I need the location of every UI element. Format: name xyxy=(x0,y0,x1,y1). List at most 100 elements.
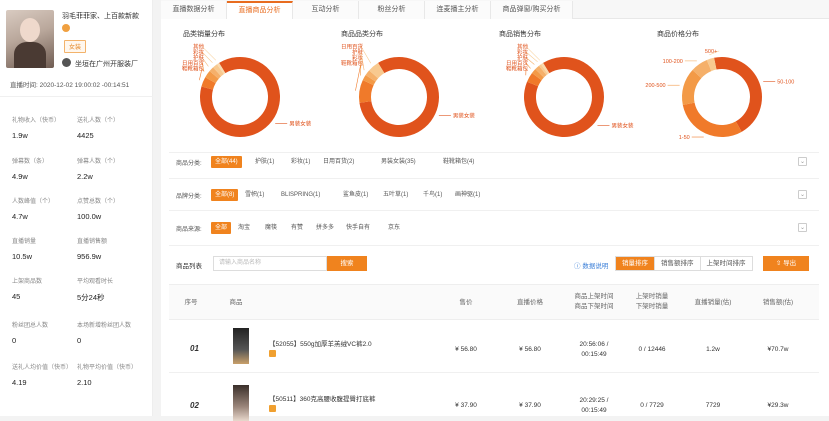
category-filter-5[interactable]: 鞋靴箱包(4) xyxy=(439,156,478,168)
product-image[interactable] xyxy=(233,328,249,364)
category-filter-label: 商品分类: xyxy=(176,158,202,167)
source-filter-0[interactable]: 全部 xyxy=(211,222,231,234)
listing-sales: 0 / 12446 xyxy=(627,345,677,355)
revenue: ¥29.3w xyxy=(753,401,803,411)
brand-filter-3[interactable]: 鲨鱼皮(1) xyxy=(339,189,372,201)
stat-value: 0 xyxy=(12,336,82,345)
sort-by-revenue[interactable]: 销售额排序 xyxy=(655,257,701,270)
stat-value: 4.7w xyxy=(12,212,82,221)
stat-value: 5分24秒 xyxy=(77,292,147,303)
brand-filter-2[interactable]: BLISPRING(1) xyxy=(277,189,324,201)
col-live-sales: 直播销量(估) xyxy=(683,298,743,308)
col-listing-time: 商品上架时间 商品下架时间 xyxy=(566,292,622,312)
stat-value: 4.9w xyxy=(12,172,82,181)
col-live-price: 直播价格 xyxy=(505,298,555,308)
pie-slice[interactable] xyxy=(714,57,762,132)
data-info-label: 数据说明 xyxy=(582,263,608,270)
stat-label: 弹幕人数（个） xyxy=(77,156,147,165)
stat-label: 送礼人数（个） xyxy=(77,115,147,124)
shop-badge-icon xyxy=(269,405,276,412)
source-filter-label: 商品来源: xyxy=(176,224,202,233)
source-filter-2[interactable]: 魔筷 xyxy=(261,222,281,234)
revenue: ¥70.7w xyxy=(753,345,803,355)
row-index: 02 xyxy=(190,401,199,410)
stat-item: 礼物平均价值（快币）2.10 xyxy=(77,362,147,387)
col-listing-sales: 上架时销量 下架时销量 xyxy=(627,292,677,312)
product-list-label: 商品列表 xyxy=(176,260,202,270)
listing-sales: 0 / 7729 xyxy=(627,401,677,411)
sort-by-sales[interactable]: 销量排序 xyxy=(616,257,655,270)
stat-label: 直播销售额 xyxy=(77,236,147,245)
category-filter-0[interactable]: 全部(44) xyxy=(211,156,242,168)
chevron-down-icon[interactable]: ⌄ xyxy=(798,157,807,166)
pie-label: 男装女装 xyxy=(611,122,634,130)
source-filter-1[interactable]: 淘宝 xyxy=(234,222,254,234)
pie-label: 200-500 xyxy=(645,83,665,89)
pie-label: 50-100 xyxy=(777,80,794,86)
pie-slice[interactable] xyxy=(683,103,742,137)
data-info-link[interactable]: ⓘ 数据说明 xyxy=(574,260,608,270)
category-tag: 女装 xyxy=(64,40,86,53)
stat-value: 2.2w xyxy=(77,172,147,181)
category-filter-3[interactable]: 日用百货(2) xyxy=(319,156,358,168)
export-button[interactable]: ⇧ 导出 xyxy=(763,256,809,271)
sort-by-listing-time[interactable]: 上架时间排序 xyxy=(701,257,752,270)
chevron-down-icon[interactable]: ⌄ xyxy=(798,223,807,232)
stat-item: 人数峰值（个）4.7w xyxy=(12,196,82,221)
category-filter-1[interactable]: 护肤(1) xyxy=(251,156,278,168)
brand-filter-1[interactable]: 雪帜(1) xyxy=(241,189,268,201)
stat-item: 平均观看时长 5分24秒 xyxy=(77,276,147,303)
stat-item: 点赞总数（个）100.0w xyxy=(77,196,147,221)
emoji-icon xyxy=(62,24,70,32)
stat-value: 45 xyxy=(12,292,82,301)
streamer-panel: 羽毛菲菲家、上百款新款 女装 坐垣在广州开服装厂 直播时间: 2020-12-0… xyxy=(0,0,153,416)
stat-label: 直播销量 xyxy=(12,236,82,245)
pie-label: 男装女装 xyxy=(289,119,312,127)
product-title[interactable]: 【52055】550g加厚羊羔绒VC裤2.0 xyxy=(269,338,372,348)
search-input[interactable]: 请输入商品名称 xyxy=(213,256,327,271)
stat-value: 2.10 xyxy=(77,378,147,387)
source-filter-6[interactable]: 京东 xyxy=(384,222,404,234)
col-index: 序号 xyxy=(181,298,201,308)
chevron-down-icon[interactable]: ⌄ xyxy=(798,190,807,199)
stat-label: 礼物收入（快币） xyxy=(12,115,82,124)
divider xyxy=(169,210,819,211)
stat-item: 直播销售额 956.9w xyxy=(77,236,147,261)
pie-label: 1-50 xyxy=(679,135,690,141)
divider xyxy=(169,245,819,246)
category-filter-4[interactable]: 男装女装(35) xyxy=(377,156,420,168)
category-filter-2[interactable]: 彩妆(1) xyxy=(287,156,314,168)
pie-label-line xyxy=(202,47,216,61)
stat-label: 粉丝团总人数 xyxy=(12,320,82,329)
stat-value: 956.9w xyxy=(77,252,147,261)
shop-name[interactable]: 坐垣在广州开服装厂 xyxy=(75,59,138,69)
stat-value: 100.0w xyxy=(77,212,147,221)
brand-filter-6[interactable]: 画神驱(1) xyxy=(451,189,484,201)
source-filter-4[interactable]: 拼多多 xyxy=(312,222,338,234)
source-filter-5[interactable]: 快手自有 xyxy=(342,222,374,234)
brand-filter-4[interactable]: 五叶草(1) xyxy=(379,189,412,201)
live-time-value: 2020-12-02 19:00:02 -00:14:51 xyxy=(40,82,130,89)
divider xyxy=(169,178,819,179)
main-panel: 直播数据分析 直播商品分析 互动分析 粉丝分析 连麦播主分析 商品弹窗/购买分析… xyxy=(161,0,829,416)
brand-filter-0[interactable]: 全部(8) xyxy=(211,189,238,201)
stat-value: 10.5w xyxy=(12,252,82,261)
stat-label: 本场新增粉丝团人数 xyxy=(77,320,147,329)
listing-time: 20:56:06 / 00:15:49 xyxy=(566,340,622,360)
source-filter-3[interactable]: 有赞 xyxy=(287,222,307,234)
stat-item: 弹幕人数（个） 2.2w xyxy=(77,156,147,181)
live-time: 直播时间: 2020-12-02 19:00:02 -00:14:51 xyxy=(10,79,129,89)
stat-label: 平均观看时长 xyxy=(77,276,147,285)
stat-item: 本场新增粉丝团人数0 xyxy=(77,320,147,345)
stat-item: 送礼人数（个）4425 xyxy=(77,115,147,140)
search-button[interactable]: 搜索 xyxy=(327,256,367,271)
brand-filter-5[interactable]: 千鸟(1) xyxy=(419,189,446,201)
col-revenue: 销售额(估) xyxy=(753,298,803,308)
product-title[interactable]: 【50511】360克高腰收腹提臀打底裤 xyxy=(269,393,375,403)
pie-label: 男装女装 xyxy=(453,112,476,120)
streamer-name: 羽毛菲菲家、上百款新款 xyxy=(62,12,150,22)
live-sales: 7729 xyxy=(683,401,743,411)
stat-label: 上架商品数 xyxy=(12,276,82,285)
stat-label: 送礼人均价值（快币） xyxy=(12,362,82,371)
price: ¥ 56.80 xyxy=(446,345,486,355)
